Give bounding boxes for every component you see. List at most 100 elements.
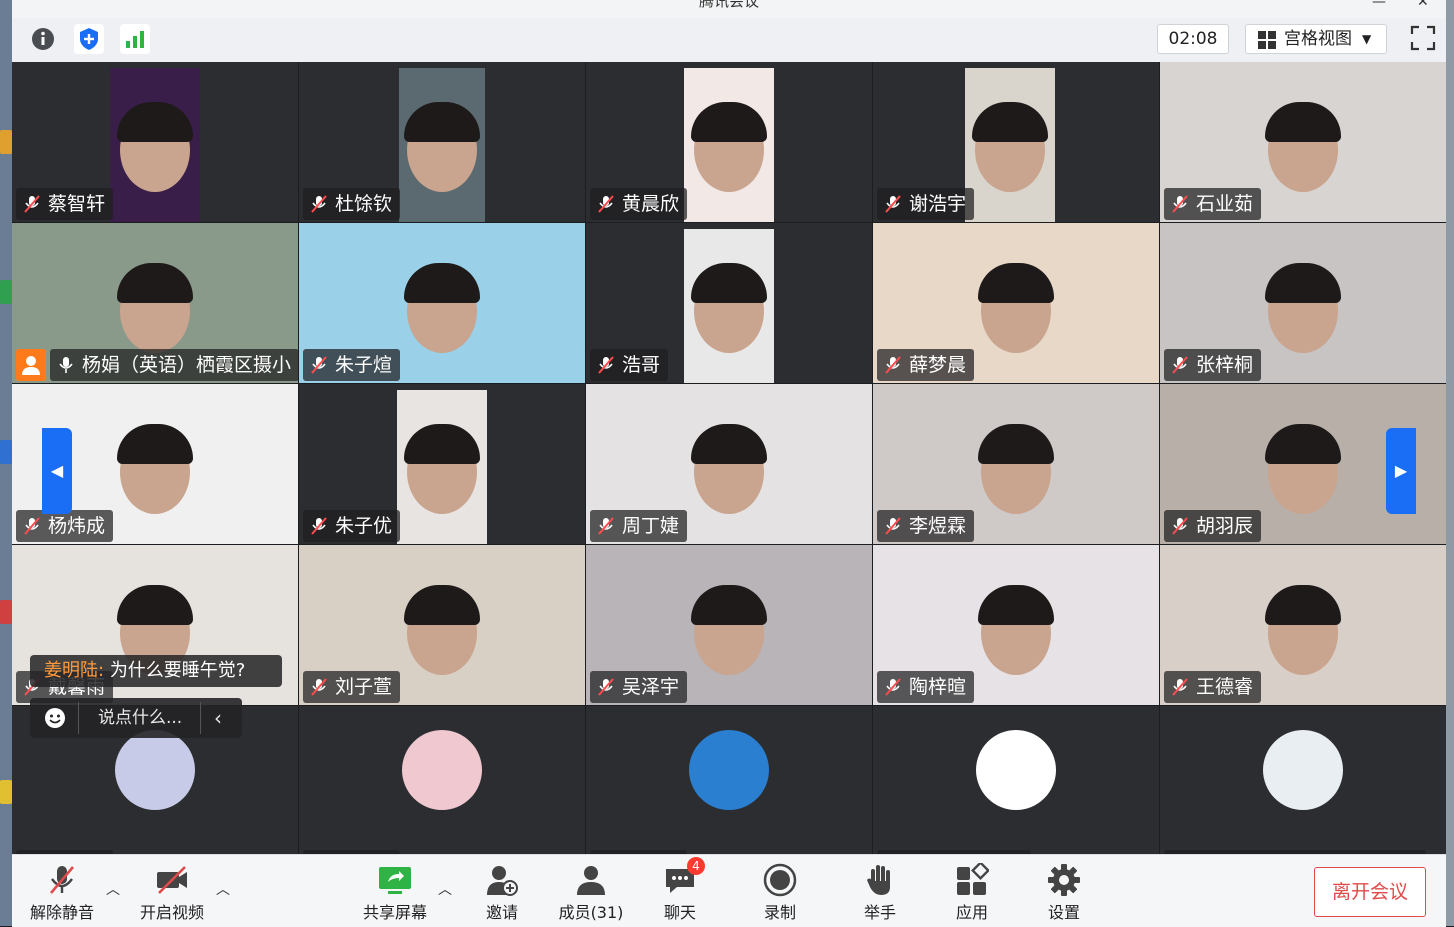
participant-tile[interactable]: 李煜霖	[873, 384, 1159, 544]
participant-tile[interactable]: 黄晨欣	[586, 62, 872, 222]
host-badge-icon	[16, 349, 46, 381]
participant-tile[interactable]: 朱子优	[299, 384, 585, 544]
participant-name: 谢浩宇	[909, 193, 967, 215]
participant-tile[interactable]: 杨娟（英语）栖霞区摄小	[12, 223, 298, 383]
chevron-left-icon: ◀	[50, 461, 64, 480]
participant-name-tag: 石业茹	[1164, 188, 1262, 220]
participant-name-tag: 李煜霖	[877, 510, 975, 542]
participant-tile[interactable]: 周丁婕	[586, 384, 872, 544]
chat-input-placeholder[interactable]: 说点什么...	[98, 698, 182, 738]
participant-name: 张梓桐	[1196, 354, 1254, 376]
mic-muted-icon	[1172, 195, 1188, 213]
chat-icon: 4	[663, 857, 705, 897]
share-screen-label: 共享屏幕	[362, 903, 427, 922]
participant-name-tag: 杨娟（英语）栖霞区摄小	[50, 349, 298, 381]
settings-button[interactable]: 设置	[1044, 863, 1084, 923]
mic-muted-icon	[885, 678, 901, 696]
participant-name: 吴泽宇	[622, 676, 680, 698]
video-options-caret-icon[interactable]: ︿	[216, 879, 230, 899]
signal-icon[interactable]	[120, 24, 150, 54]
participant-tile[interactable]: 朱子煊	[299, 223, 585, 383]
members-icon	[574, 863, 608, 897]
minimize-icon[interactable]: —	[1372, 0, 1386, 10]
mic-muted-icon	[24, 517, 40, 535]
shield-icon[interactable]	[74, 24, 104, 54]
participant-tile[interactable]: 刘子萱	[299, 545, 585, 705]
participant-name: 黄晨欣	[622, 193, 680, 215]
share-options-caret-icon[interactable]: ︿	[438, 879, 452, 899]
camera-off-icon	[155, 863, 189, 897]
title-bar: 腾讯会议 — ✕	[12, 0, 1446, 18]
members-label: 成员(31)	[558, 903, 624, 922]
participant-name: 刘子萱	[335, 676, 393, 698]
participant-name-tag: 薛梦晨	[877, 349, 975, 381]
apps-icon	[955, 861, 990, 897]
emoji-icon[interactable]	[44, 707, 66, 729]
participant-name: 杨炜成	[48, 515, 106, 537]
chat-quick-input[interactable]: 说点什么... ‹	[30, 698, 242, 738]
participant-tile[interactable]: 轻于鸿的天空	[873, 706, 1159, 866]
mic-muted-icon	[45, 863, 79, 897]
participant-tile[interactable]: 浩哥	[586, 223, 872, 383]
participant-avatar	[1263, 730, 1343, 810]
mic-muted-icon	[311, 678, 327, 696]
apps-button[interactable]: 应用	[952, 861, 992, 923]
participant-tile[interactable]: A地板批发13776604633	[1160, 706, 1446, 866]
mic-muted-icon	[598, 195, 614, 213]
view-mode-dropdown[interactable]: 宫格视图 ▼	[1245, 24, 1387, 54]
mic-muted-icon	[598, 517, 614, 535]
info-icon[interactable]	[28, 24, 58, 54]
participant-tile[interactable]: 邵梓萱	[299, 706, 585, 866]
prev-page-button[interactable]: ◀	[42, 428, 72, 514]
participant-avatar	[976, 730, 1056, 810]
participant-tile[interactable]: 王德睿	[1160, 545, 1446, 705]
next-page-button[interactable]: ▶	[1386, 428, 1416, 514]
participant-tile[interactable]: 石业茹	[1160, 62, 1446, 222]
start-video-button[interactable]: 开启视频	[138, 863, 206, 923]
mic-muted-icon	[885, 195, 901, 213]
collapse-chat-icon[interactable]: ‹	[214, 698, 222, 738]
participant-tile[interactable]: 杜馀钦	[299, 62, 585, 222]
bottom-toolbar: 解除静音 ︿ 开启视频 ︿ 共享屏幕 ︿ 邀请 成员(31) 4 聊天 录制 举…	[12, 854, 1446, 927]
participant-name-tag: 胡羽辰	[1164, 510, 1262, 542]
view-mode-label: 宫格视图	[1284, 29, 1352, 49]
share-screen-button[interactable]: 共享屏幕	[360, 863, 430, 923]
unmute-button[interactable]: 解除静音	[30, 863, 94, 923]
chat-sender: 姜明陆:	[44, 660, 105, 681]
participant-name-tag: 刘子萱	[303, 671, 401, 703]
mic-muted-icon	[1172, 517, 1188, 535]
record-icon	[763, 863, 797, 897]
mic-muted-icon	[311, 195, 327, 213]
hand-icon	[863, 863, 897, 897]
audio-options-caret-icon[interactable]: ︿	[106, 879, 120, 899]
raise-hand-button[interactable]: 举手	[860, 863, 900, 923]
participant-name-tag: 吴泽宇	[590, 671, 688, 703]
gear-icon	[1047, 863, 1081, 897]
desktop-edge-right	[1446, 0, 1454, 926]
leave-meeting-button[interactable]: 离开会议	[1314, 867, 1426, 917]
participant-tile[interactable]: 陶梓暄	[873, 545, 1159, 705]
record-button[interactable]: 录制	[760, 863, 800, 923]
mic-muted-icon	[598, 356, 614, 374]
fullscreen-icon[interactable]	[1409, 24, 1437, 52]
participant-name: 蔡智轩	[48, 193, 106, 215]
meeting-timer: 02:08	[1157, 24, 1229, 54]
participant-name-tag: 周丁婕	[590, 510, 688, 542]
members-button[interactable]: 成员(31)	[556, 863, 626, 923]
participant-tile[interactable]: 吴泽宇	[586, 545, 872, 705]
mic-muted-icon	[885, 517, 901, 535]
participant-tile[interactable]: 张梓桐	[1160, 223, 1446, 383]
participant-name-tag: 谢浩宇	[877, 188, 975, 220]
participant-tile[interactable]: 薛梦晨	[873, 223, 1159, 383]
invite-button[interactable]: 邀请	[478, 863, 526, 923]
participant-name: 胡羽辰	[1196, 515, 1254, 537]
chat-button[interactable]: 4 聊天	[658, 857, 705, 923]
participant-name: 朱子优	[335, 515, 393, 537]
apps-label: 应用	[955, 903, 988, 922]
raise-hand-label: 举手	[863, 903, 896, 922]
close-icon[interactable]: ✕	[1417, 0, 1429, 10]
participant-name-tag: 朱子煊	[303, 349, 401, 381]
participant-tile[interactable]: 蔡智轩	[12, 62, 298, 222]
participant-tile[interactable]: 谢浩宇	[873, 62, 1159, 222]
participant-tile[interactable]: 王思萌	[586, 706, 872, 866]
